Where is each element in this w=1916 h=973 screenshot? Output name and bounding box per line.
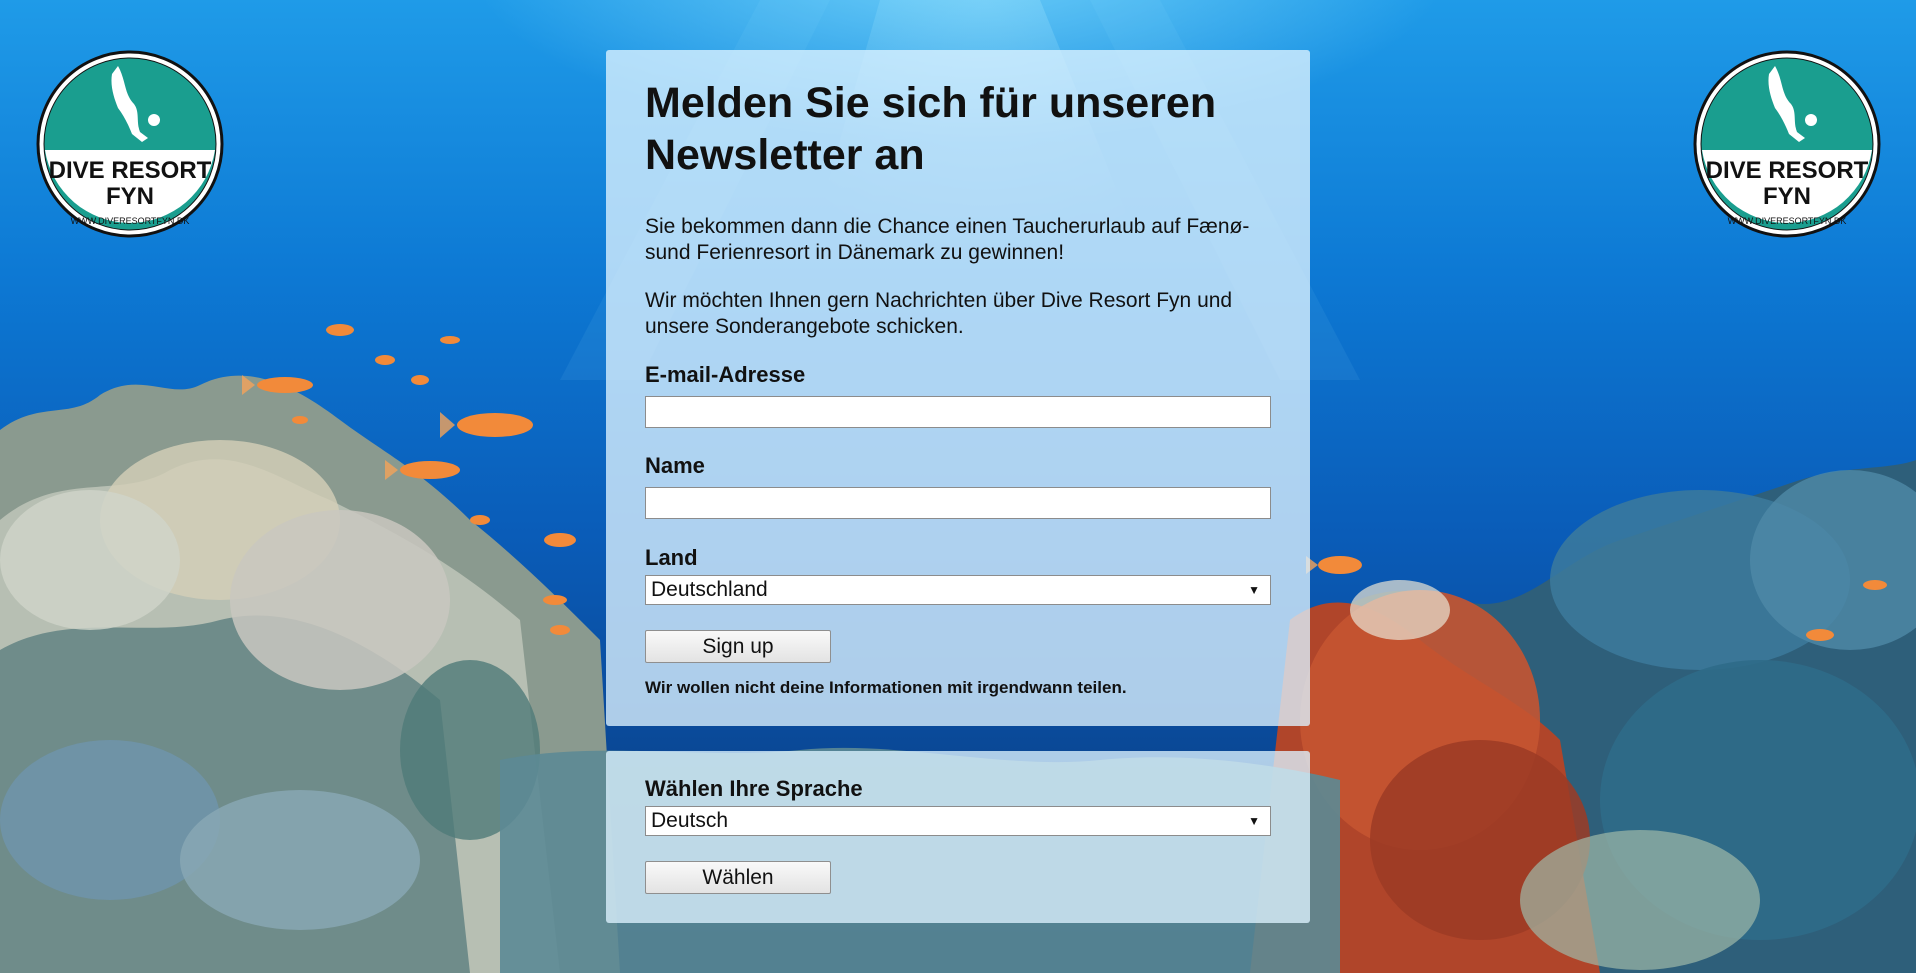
- language-select[interactable]: Deutsch ▼: [645, 806, 1271, 836]
- logo-url: WWW.DIVERESORTFYN.DK: [1728, 216, 1847, 226]
- name-label: Name: [645, 453, 705, 478]
- country-label: Land: [645, 545, 698, 570]
- logo-name-line1: DIVE RESORT: [49, 157, 212, 184]
- name-field[interactable]: [645, 487, 1271, 519]
- email-field[interactable]: [645, 396, 1271, 428]
- language-panel: Wählen Ihre Sprache Deutsch ▼ Wählen: [606, 751, 1310, 923]
- language-selected-value: Deutsch: [651, 809, 729, 832]
- intro-paragraph-news: Wir möchten Ihnen gern Nachrichten über …: [645, 289, 1233, 338]
- logo-name-line2: FYN: [1763, 183, 1811, 210]
- privacy-note: Wir wollen nicht deine Informationen mit…: [645, 678, 1127, 697]
- intro-paragraph-prize: Sie bekommen dann die Chance einen Tauch…: [645, 215, 1250, 264]
- logo-name-line2: FYN: [106, 183, 154, 210]
- newsletter-signup-panel: Melden Sie sich für unseren Newsletter a…: [606, 50, 1310, 726]
- dropdown-arrow-icon: ▼: [1248, 814, 1260, 828]
- sign-up-button[interactable]: Sign up: [645, 630, 831, 663]
- language-label: Wählen Ihre Sprache: [645, 776, 863, 801]
- dropdown-arrow-icon: ▼: [1248, 583, 1260, 597]
- logo-url: WWW.DIVERESORTFYN.DK: [71, 216, 190, 226]
- country-select[interactable]: Deutschland ▼: [645, 575, 1271, 605]
- country-selected-value: Deutschland: [651, 578, 768, 601]
- dive-resort-logo: DIVE RESORT FYN WWW.DIVERESORTFYN.DK: [1693, 50, 1881, 238]
- email-label: E-mail-Adresse: [645, 362, 806, 387]
- logo-name-line1: DIVE RESORT: [1706, 157, 1869, 184]
- dive-resort-logo: DIVE RESORT FYN WWW.DIVERESORTFYN.DK: [36, 50, 224, 238]
- choose-language-button[interactable]: Wählen: [645, 861, 831, 894]
- newsletter-title: Melden Sie sich für unseren Newsletter a…: [645, 79, 1217, 179]
